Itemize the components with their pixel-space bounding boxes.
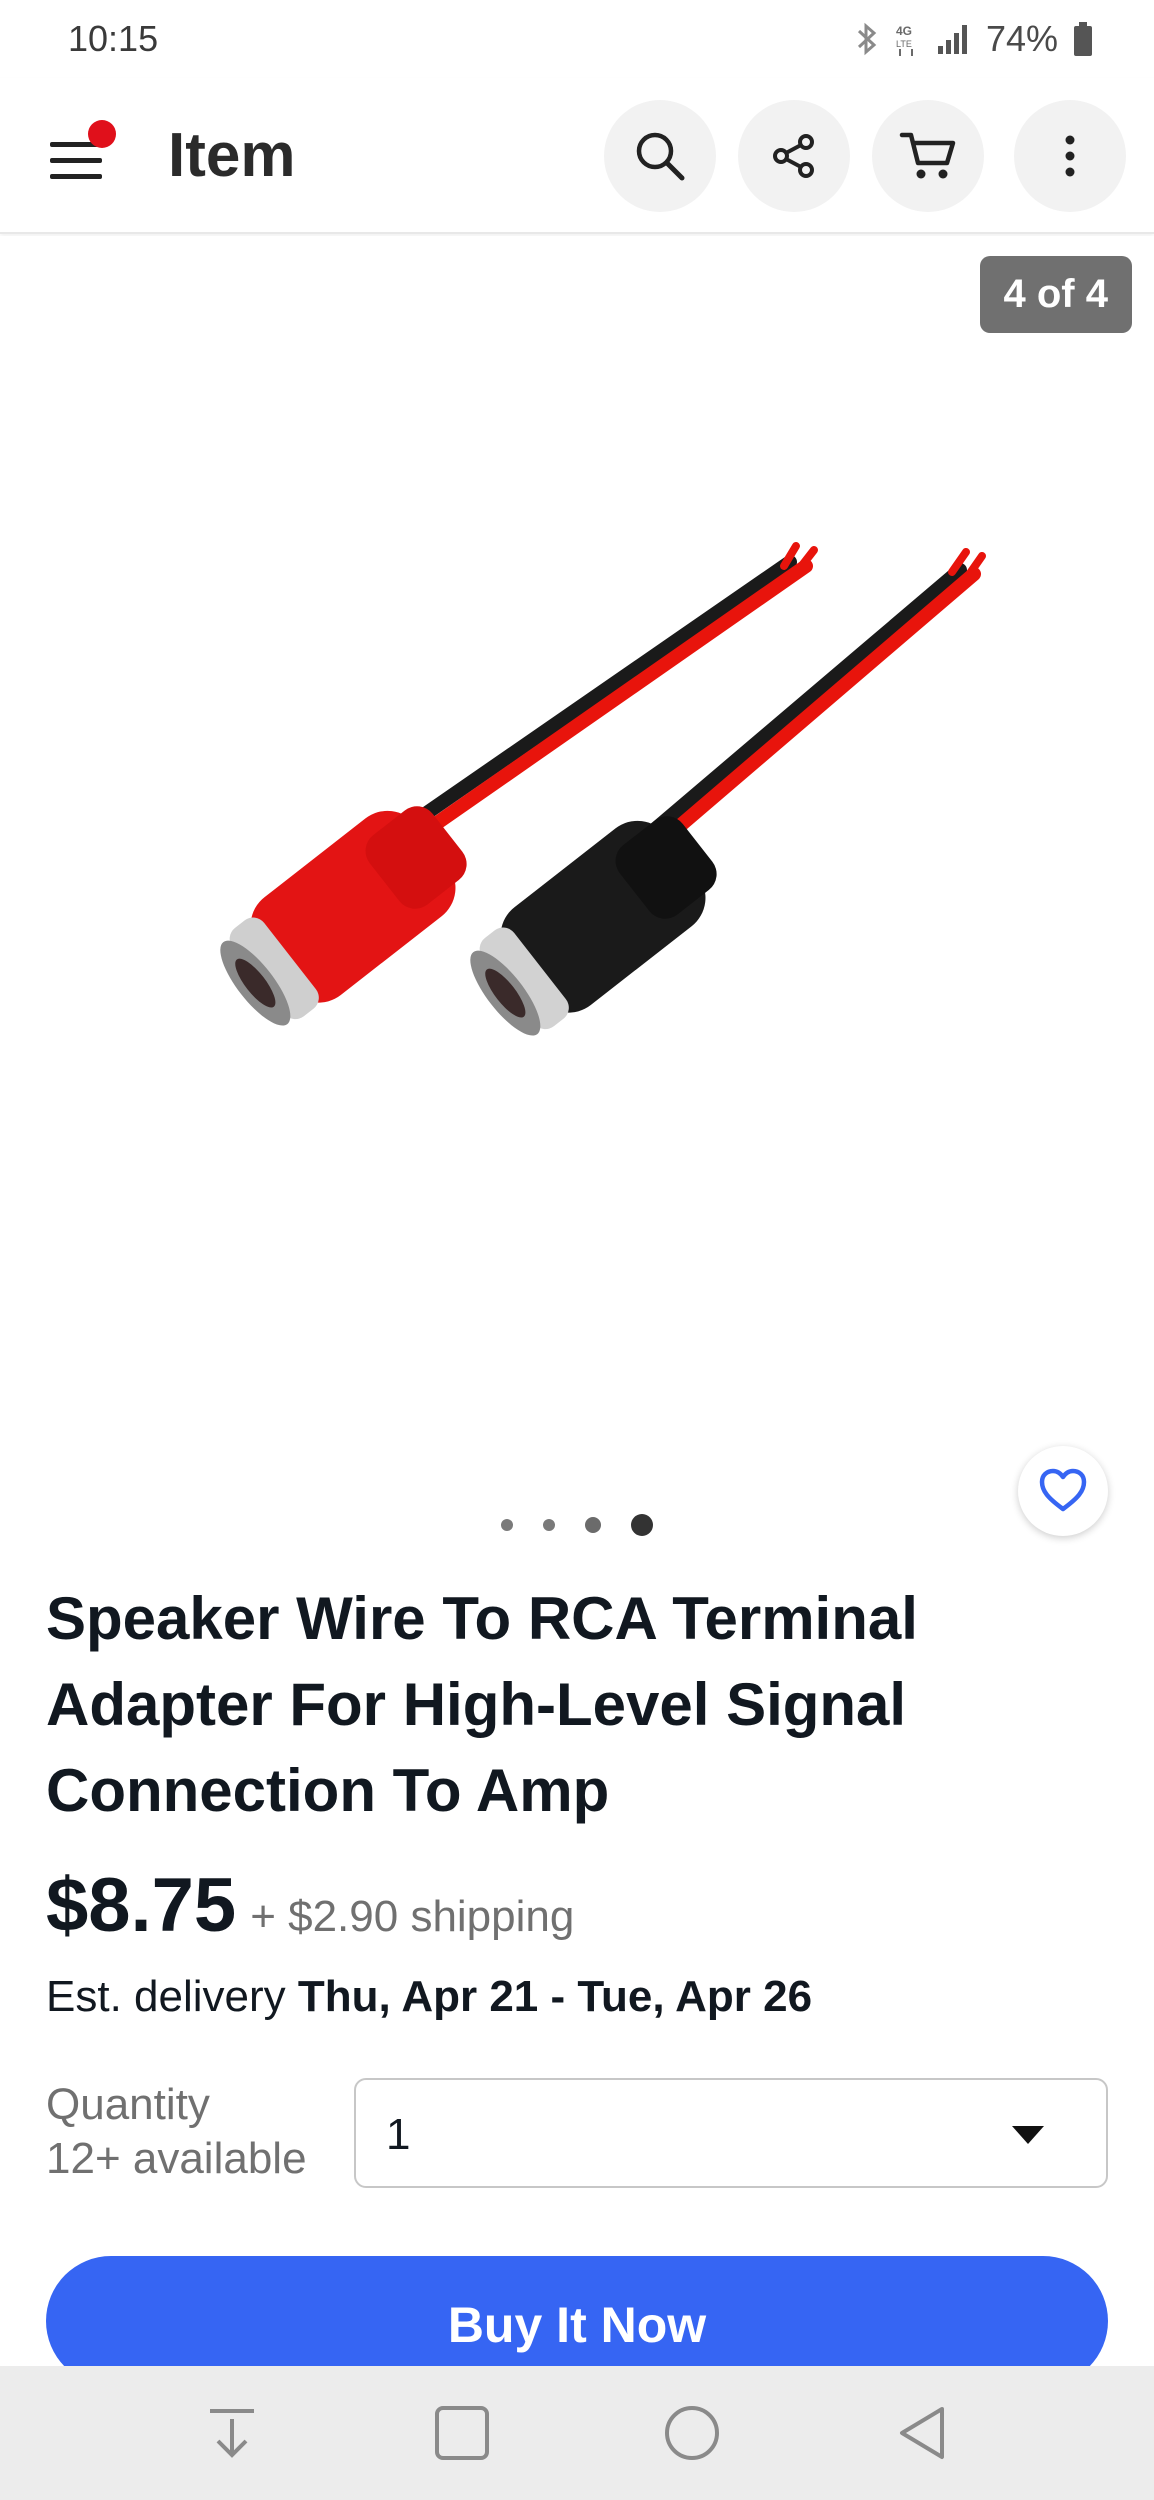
battery-icon <box>1072 21 1094 57</box>
quantity-select[interactable]: 1 <box>354 2078 1108 2188</box>
search-icon <box>636 132 685 181</box>
battery-percent: 74% <box>985 18 1058 59</box>
network-type-icon: 4G LTE <box>892 21 922 57</box>
delivery-dates: Thu, Apr 21 - Tue, Apr 26 <box>297 1972 813 2021</box>
buy-it-now-label: Buy It Now <box>447 2297 707 2353</box>
image-counter: 4 of 4 <box>979 256 1132 333</box>
image-gallery[interactable]: 4 of 4 <box>0 236 1154 1566</box>
quantity-label-block: Quantity 12+ available <box>46 2078 307 2186</box>
status-bar: 10:15 4G LTE 74% <box>0 0 1154 78</box>
status-icons: 4G LTE 74% <box>856 18 1094 60</box>
app-bar: Item <box>0 78 1154 234</box>
bluetooth-icon <box>856 21 878 57</box>
estimated-delivery: Est. delivery Thu, Apr 21 - Tue, Apr 26 <box>46 1972 812 2022</box>
signal-icon <box>936 22 972 56</box>
shipping-cost: + $2.90 shipping <box>250 1892 575 1941</box>
more-vert-icon <box>1065 135 1075 177</box>
download-nav-icon <box>210 2409 254 2458</box>
back-nav-icon <box>900 2407 944 2459</box>
cart-icon <box>899 132 956 179</box>
share-icon <box>773 134 814 178</box>
search-button[interactable] <box>604 100 716 212</box>
svg-text:LTE: LTE <box>896 39 912 49</box>
price-row: $8.75 + $2.90 shipping <box>46 1862 574 1949</box>
more-options-button[interactable] <box>1014 100 1126 212</box>
svg-text:4G: 4G <box>896 24 912 38</box>
pager-dot <box>543 1519 555 1531</box>
notification-dot <box>88 120 116 148</box>
recents-nav-icon <box>435 2406 489 2460</box>
nav-home-button[interactable] <box>577 2366 807 2500</box>
menu-button[interactable] <box>44 120 116 192</box>
pager-dot <box>501 1519 513 1531</box>
quantity-label: Quantity <box>46 2080 210 2129</box>
share-button[interactable] <box>738 100 850 212</box>
pager-dot <box>585 1517 601 1533</box>
status-time: 10:15 <box>68 18 159 59</box>
product-title: Speaker Wire To RCA Terminal Adapter For… <box>46 1585 918 1824</box>
product-price: $8.75 <box>46 1863 237 1948</box>
image-pager-dots <box>0 1514 1154 1536</box>
heart-outline-icon <box>1039 1468 1087 1512</box>
product-image[interactable] <box>100 496 1020 1176</box>
nav-download-button[interactable] <box>117 2366 347 2500</box>
system-nav-bar <box>0 2366 1154 2500</box>
watch-button[interactable] <box>1018 1446 1108 1536</box>
pager-dot-active <box>631 1514 653 1536</box>
home-nav-icon <box>665 2406 719 2460</box>
quantity-value: 1 <box>386 2110 411 2159</box>
cart-button[interactable] <box>872 100 984 212</box>
nav-back-button[interactable] <box>807 2366 1037 2500</box>
nav-recents-button[interactable] <box>347 2366 577 2500</box>
dropdown-caret-icon <box>1012 2126 1044 2144</box>
quantity-available: 12+ available <box>46 2134 307 2183</box>
page-title: Item <box>168 121 296 190</box>
delivery-label: Est. delivery <box>46 1972 298 2021</box>
